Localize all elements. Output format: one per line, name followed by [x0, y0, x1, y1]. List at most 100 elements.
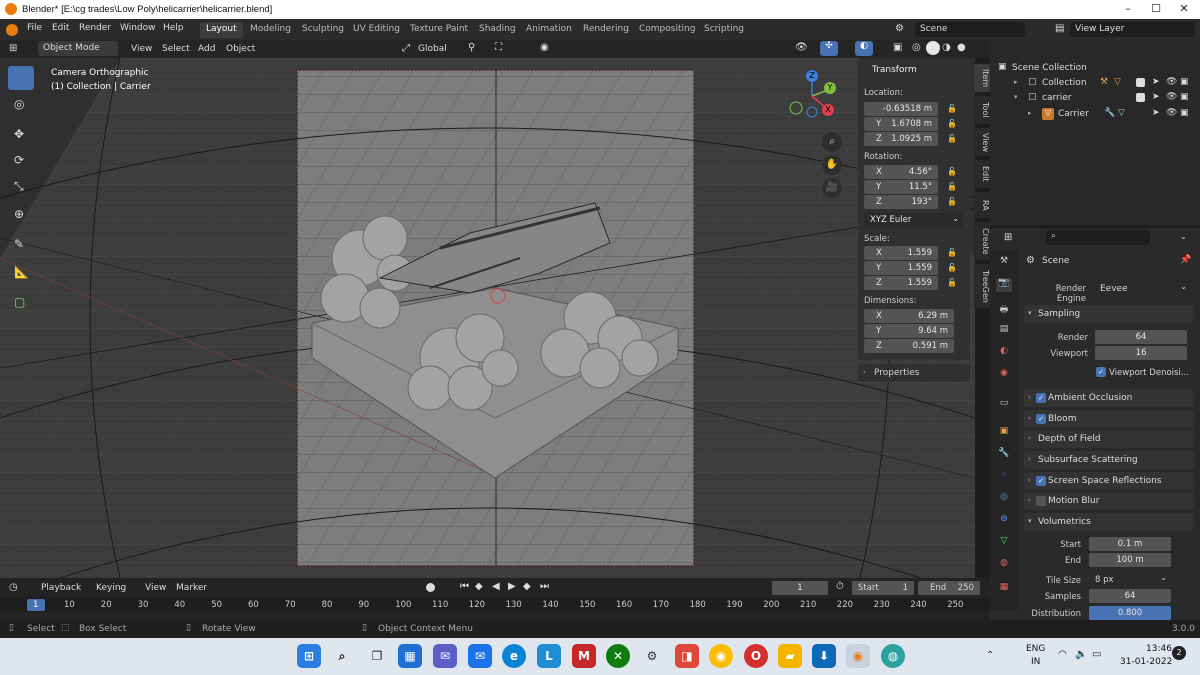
- checkbox-icon[interactable]: [1136, 93, 1145, 102]
- scale-x-field[interactable]: X 1.559: [864, 246, 938, 260]
- scene-tab-icon[interactable]: ◐: [996, 346, 1012, 360]
- end-frame-field[interactable]: End 250: [918, 581, 980, 595]
- outliner-row-carrier-object[interactable]: ▸ ▽ Carrier 🔧 ▽ ➤ 👁 ▣: [990, 107, 1200, 122]
- rotation-x-field[interactable]: X 4.56°: [864, 165, 938, 179]
- lock-icon[interactable]: 🔓: [947, 104, 957, 114]
- tab-uv-editing[interactable]: UV Editing: [347, 22, 406, 38]
- tab-edit[interactable]: Edit: [974, 160, 990, 188]
- menu-window[interactable]: Window: [120, 23, 156, 33]
- gizmo-x-icon[interactable]: X: [822, 104, 834, 116]
- opera-icon[interactable]: O: [744, 644, 768, 668]
- next-keyframe-icon[interactable]: ◆: [523, 581, 531, 592]
- visibility-icon[interactable]: 👁: [795, 42, 808, 53]
- search-icon[interactable]: ⌕: [330, 644, 354, 668]
- annotate-tool-icon[interactable]: ✎: [8, 234, 34, 258]
- location-x-field[interactable]: -0.63518 m: [864, 102, 938, 116]
- texture-tab-icon[interactable]: ▦: [996, 582, 1012, 596]
- vol-samples-field[interactable]: 64: [1089, 589, 1171, 603]
- tab-item[interactable]: Item: [974, 64, 990, 92]
- clock-time[interactable]: 13:46: [1146, 644, 1172, 654]
- tab-view[interactable]: View: [974, 128, 990, 156]
- timeline-menu-view[interactable]: View: [145, 583, 166, 593]
- jump-start-icon[interactable]: ⏮: [460, 581, 469, 592]
- outliner-row-scene-collection[interactable]: ▣ Scene Collection: [990, 61, 1200, 76]
- lock-icon[interactable]: 🔓: [947, 278, 957, 288]
- panel-screen-space-reflections[interactable]: › ✓ Screen Space Reflections: [1024, 472, 1194, 490]
- timeline-menu-keying[interactable]: Keying: [96, 583, 126, 593]
- world-tab-icon[interactable]: ◉: [996, 368, 1012, 382]
- mail-icon[interactable]: ✉: [468, 644, 492, 668]
- tab-sculpting[interactable]: Sculpting: [296, 22, 350, 38]
- clock-date[interactable]: 31-01-2022: [1120, 657, 1172, 667]
- menu-help[interactable]: Help: [163, 23, 184, 33]
- widgets-icon[interactable]: ▦: [398, 644, 422, 668]
- minimize-button[interactable]: –: [1114, 2, 1142, 16]
- tab-create[interactable]: Create: [974, 222, 990, 260]
- tray-chevron-icon[interactable]: ⌃: [986, 650, 994, 661]
- edge-browser-icon[interactable]: e: [502, 644, 526, 668]
- lock-icon[interactable]: 🔓: [947, 197, 957, 207]
- constraints-tab-icon[interactable]: ⊚: [996, 514, 1012, 528]
- battery-icon[interactable]: ▭: [1092, 649, 1101, 660]
- select-arrow-icon[interactable]: ➤: [1152, 77, 1160, 87]
- checkbox-icon[interactable]: [1136, 78, 1145, 87]
- object-tab-icon[interactable]: ▣: [996, 426, 1012, 440]
- timeline-menu-playback[interactable]: Playback: [41, 583, 81, 593]
- xbox-icon[interactable]: ✕: [606, 644, 630, 668]
- mode-select[interactable]: Object Mode: [38, 41, 118, 56]
- rotate-tool-icon[interactable]: ⟳: [8, 150, 34, 174]
- timeline-editor-icon[interactable]: ◷: [9, 582, 18, 593]
- mcafee-icon[interactable]: M: [572, 644, 596, 668]
- record-icon[interactable]: [426, 583, 435, 592]
- gizmo-y-icon[interactable]: Y: [824, 82, 836, 94]
- panel-bloom[interactable]: › ✓ Bloom: [1024, 410, 1194, 428]
- outliner-row-collection[interactable]: ▸ ▢ Collection ⚒ ▽ ➤ 👁 ▣: [990, 76, 1200, 91]
- transform-tool-icon[interactable]: ⊕: [8, 204, 34, 228]
- render-samples-field[interactable]: 64: [1095, 330, 1187, 344]
- teams-chat-icon[interactable]: ✉: [433, 644, 457, 668]
- lock-icon[interactable]: 🔓: [947, 119, 957, 129]
- ssr-checkbox[interactable]: ✓: [1036, 476, 1046, 486]
- render-engine-select[interactable]: Eevee ⌄: [1094, 281, 1192, 296]
- tab-rendering[interactable]: Rendering: [577, 22, 635, 38]
- motion-blur-checkbox[interactable]: [1036, 496, 1046, 506]
- dimensions-y-field[interactable]: Y 9.64 m: [864, 324, 954, 338]
- play-reverse-icon[interactable]: ◀: [492, 581, 500, 592]
- bloom-checkbox[interactable]: ✓: [1036, 414, 1046, 424]
- add-cube-tool-icon[interactable]: ▢: [8, 292, 34, 316]
- blender-menu-icon[interactable]: [6, 24, 18, 36]
- move-tool-icon[interactable]: ✥: [8, 124, 34, 148]
- wifi-icon[interactable]: ◠: [1058, 649, 1067, 660]
- eye-icon[interactable]: 👁: [1166, 92, 1177, 102]
- tab-scripting[interactable]: Scripting: [698, 22, 750, 38]
- globe-app-icon[interactable]: ◍: [881, 644, 905, 668]
- navigation-gizmo[interactable]: Z Y X: [786, 66, 840, 124]
- menu-render[interactable]: Render: [79, 23, 111, 33]
- timeline-menu-marker[interactable]: Marker: [176, 583, 207, 593]
- l-app-icon[interactable]: L: [537, 644, 561, 668]
- notification-icon[interactable]: 2: [1172, 646, 1186, 660]
- file-explorer-icon[interactable]: ▰: [778, 644, 802, 668]
- tile-size-select[interactable]: 8 px ⌄: [1089, 573, 1171, 587]
- render-tab-icon[interactable]: 📷: [996, 278, 1012, 292]
- snap-icon[interactable]: ⛶: [495, 42, 502, 53]
- tab-modeling[interactable]: Modeling: [244, 22, 297, 38]
- tab-animation[interactable]: Animation: [520, 22, 578, 38]
- prev-keyframe-icon[interactable]: ◆: [475, 581, 483, 592]
- store-icon[interactable]: ⬇: [812, 644, 836, 668]
- properties-editor-icon[interactable]: ⊞: [1004, 232, 1012, 243]
- eye-icon[interactable]: 👁: [1166, 77, 1177, 87]
- panel-subsurface-scattering[interactable]: › Subsurface Scattering: [1024, 451, 1194, 469]
- panel-volumetrics[interactable]: ▾ Volumetrics: [1024, 513, 1194, 531]
- pan-hand-icon[interactable]: ✋: [822, 155, 842, 175]
- properties-search-input[interactable]: ⌕: [1046, 230, 1150, 245]
- rotation-mode-select[interactable]: XYZ Euler ⌄: [864, 213, 963, 227]
- chevron-right-icon[interactable]: ▸: [1028, 109, 1032, 117]
- viewport-denoise-checkbox[interactable]: ✓: [1096, 367, 1106, 377]
- viewport-menu-select[interactable]: Select: [162, 44, 190, 54]
- stopwatch-icon[interactable]: ⏱: [836, 581, 844, 592]
- location-y-field[interactable]: Y 1.6708 m: [864, 117, 938, 131]
- panel-motion-blur[interactable]: › Motion Blur: [1024, 492, 1194, 510]
- physics-tab-icon[interactable]: ◎: [996, 492, 1012, 506]
- menu-edit[interactable]: Edit: [52, 23, 69, 33]
